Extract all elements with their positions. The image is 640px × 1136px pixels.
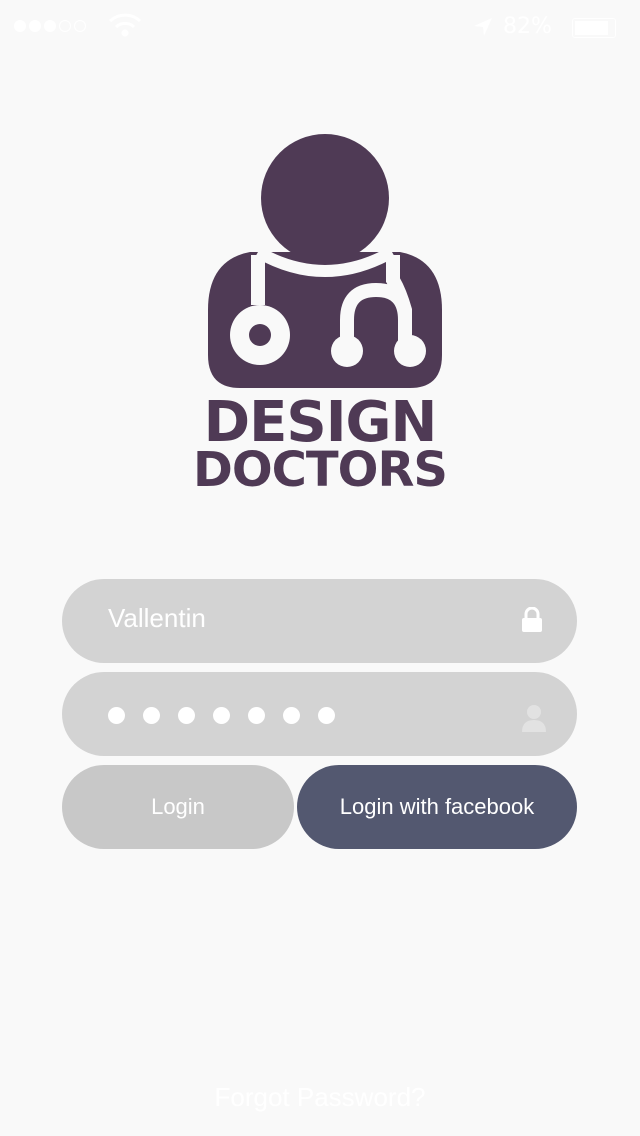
status-bar: 82%: [0, 0, 640, 50]
location-arrow-icon: [474, 18, 492, 36]
facebook-login-button[interactable]: Login with facebook: [297, 765, 577, 849]
user-icon: [522, 705, 546, 732]
login-button[interactable]: Login: [62, 765, 294, 849]
signal-strength-icon: [14, 20, 86, 32]
username-value: Vallentin: [108, 603, 206, 633]
password-mask: [108, 707, 335, 724]
forgot-password-link[interactable]: Forgot Password?: [0, 1082, 640, 1113]
battery-percent: 82%: [503, 14, 552, 39]
doctor-logo-icon: [208, 134, 442, 388]
battery-icon: [572, 18, 616, 38]
password-input[interactable]: [62, 672, 577, 756]
lock-icon: [522, 607, 542, 632]
logo-text-doctors: DOCTORS: [193, 442, 448, 498]
wifi-icon: [108, 13, 142, 37]
username-input[interactable]: Vallentin: [62, 579, 577, 663]
